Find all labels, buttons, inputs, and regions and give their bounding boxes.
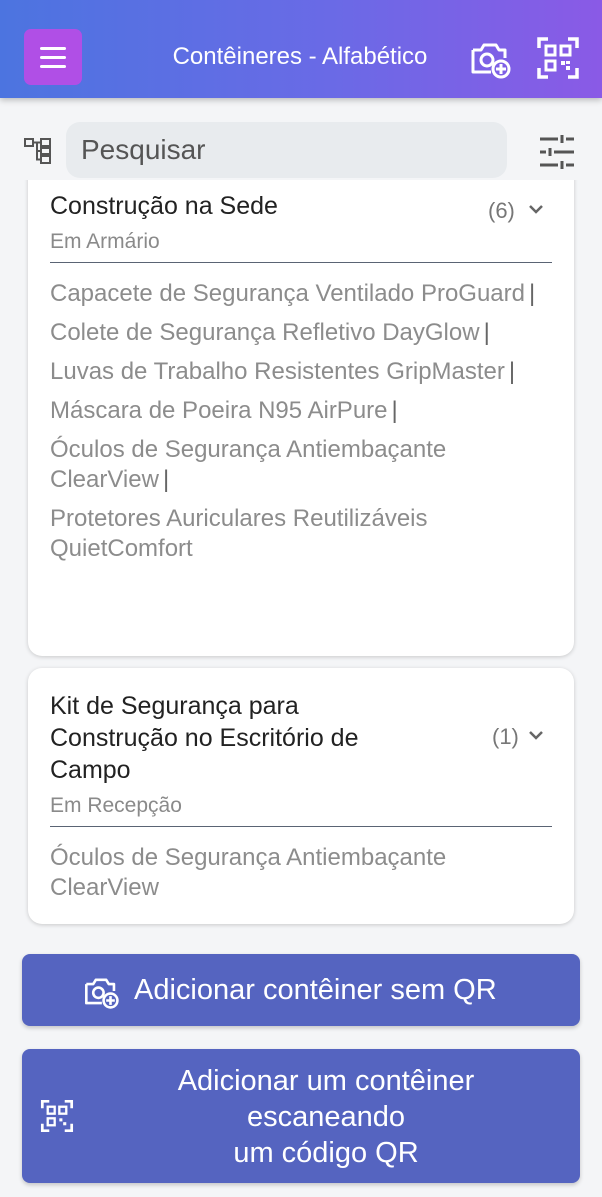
camera-plus-icon — [471, 43, 511, 79]
container-card[interactable]: Construção na Sede (6) Em Armário Capace… — [28, 160, 574, 656]
camera-plus-icon — [85, 978, 119, 1009]
item-count: (6) — [488, 198, 515, 223]
container-title: Construção na Sede — [50, 192, 278, 220]
button-label: Adicionar um contêiner escaneando um cód… — [177, 1065, 475, 1169]
add-container-with-qr-button[interactable]: Adicionar um contêiner escaneando um cód… — [22, 1049, 580, 1183]
chevron-down-icon[interactable] — [528, 203, 544, 215]
page-title: Contêineres - Alfabético — [172, 43, 428, 70]
button-label: Adicionar contêiner sem QR — [134, 974, 497, 1006]
item-list: Óculos de Segurança Antiembaçante ClearV… — [50, 843, 550, 912]
divider — [50, 826, 552, 827]
item-list: Capacete de Segurança Ventilado ProGuard… — [50, 279, 550, 573]
list-item[interactable]: Máscara de Poeira N95 AirPure | — [50, 396, 550, 426]
scan-qr-button[interactable] — [536, 36, 580, 80]
filter-button[interactable] — [538, 134, 576, 170]
tree-view-button[interactable] — [24, 138, 52, 164]
list-item[interactable]: Óculos de Segurança Antiembaçante ClearV… — [50, 843, 550, 903]
hamburger-menu-icon — [40, 46, 66, 50]
search-bar — [0, 120, 602, 180]
filter-sliders-icon — [540, 135, 574, 169]
qr-scan-icon — [537, 37, 579, 79]
list-item[interactable]: Luvas de Trabalho Resistentes GripMaster… — [50, 357, 550, 387]
divider — [50, 262, 552, 263]
tree-structure-icon — [24, 138, 51, 164]
list-item[interactable]: Colete de Segurança Refletivo DayGlow | — [50, 318, 550, 348]
container-card[interactable]: Kit de Segurança para Construção no Escr… — [28, 668, 574, 924]
search-input[interactable] — [66, 122, 507, 178]
chevron-down-icon[interactable] — [528, 729, 544, 741]
qr-scan-icon — [40, 1099, 74, 1133]
container-location: Em Armário — [50, 230, 160, 253]
add-container-without-qr-button[interactable]: Adicionar contêiner sem QR — [22, 954, 580, 1026]
menu-button[interactable] — [24, 29, 82, 85]
container-location: Em Recepção — [50, 794, 182, 817]
list-item[interactable]: Óculos de Segurança Antiembaçante ClearV… — [50, 435, 550, 495]
list-item[interactable]: Capacete de Segurança Ventilado ProGuard… — [50, 279, 550, 309]
add-container-button[interactable] — [468, 36, 512, 80]
container-title: Kit de Segurança para Construção no Escr… — [50, 692, 359, 784]
app-header: Contêineres - Alfabético — [0, 0, 602, 98]
list-item[interactable]: Protetores Auriculares Reutilizáveis Qui… — [50, 504, 550, 564]
item-count: (1) — [492, 724, 519, 749]
